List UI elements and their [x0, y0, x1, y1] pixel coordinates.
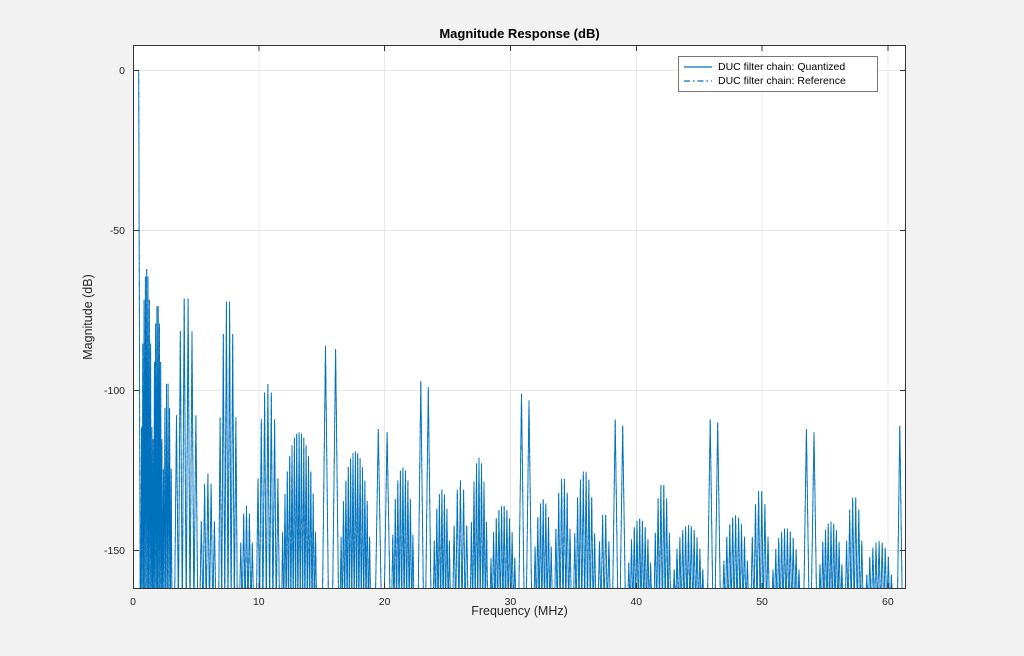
y-tick-label: -50: [109, 224, 125, 237]
quantized-response-curve: [133, 70, 903, 589]
chart-title: Magnitude Response (dB): [439, 26, 600, 41]
figure-window: Magnitude Response (dB) 0 10 20 30 40 50 60 0-…: [0, 0, 1024, 656]
magnitude-response-plot: [133, 45, 906, 589]
x-axis-label: Frequency (MHz): [471, 604, 568, 618]
legend-entry-quantized: DUC filter chain: Quantized: [683, 60, 871, 74]
reference-response-curve: [133, 70, 903, 589]
y-tick-label: -100: [103, 384, 125, 397]
y-tick-label: 0: [119, 64, 125, 77]
y-tick-label: -150: [103, 544, 125, 557]
legend-label-reference: DUC filter chain: Reference: [718, 75, 846, 87]
legend-box[interactable]: DUC filter chain: Quantized DUC filter c…: [678, 56, 878, 92]
legend-entry-reference: DUC filter chain: Reference: [683, 74, 871, 88]
dash-dot-line-icon: [684, 80, 712, 82]
solid-line-icon: [684, 66, 712, 68]
y-axis-label: Magnitude (dB): [81, 274, 95, 360]
axes-box: [133, 45, 906, 589]
legend-label-quantized: DUC filter chain: Quantized: [718, 61, 846, 73]
